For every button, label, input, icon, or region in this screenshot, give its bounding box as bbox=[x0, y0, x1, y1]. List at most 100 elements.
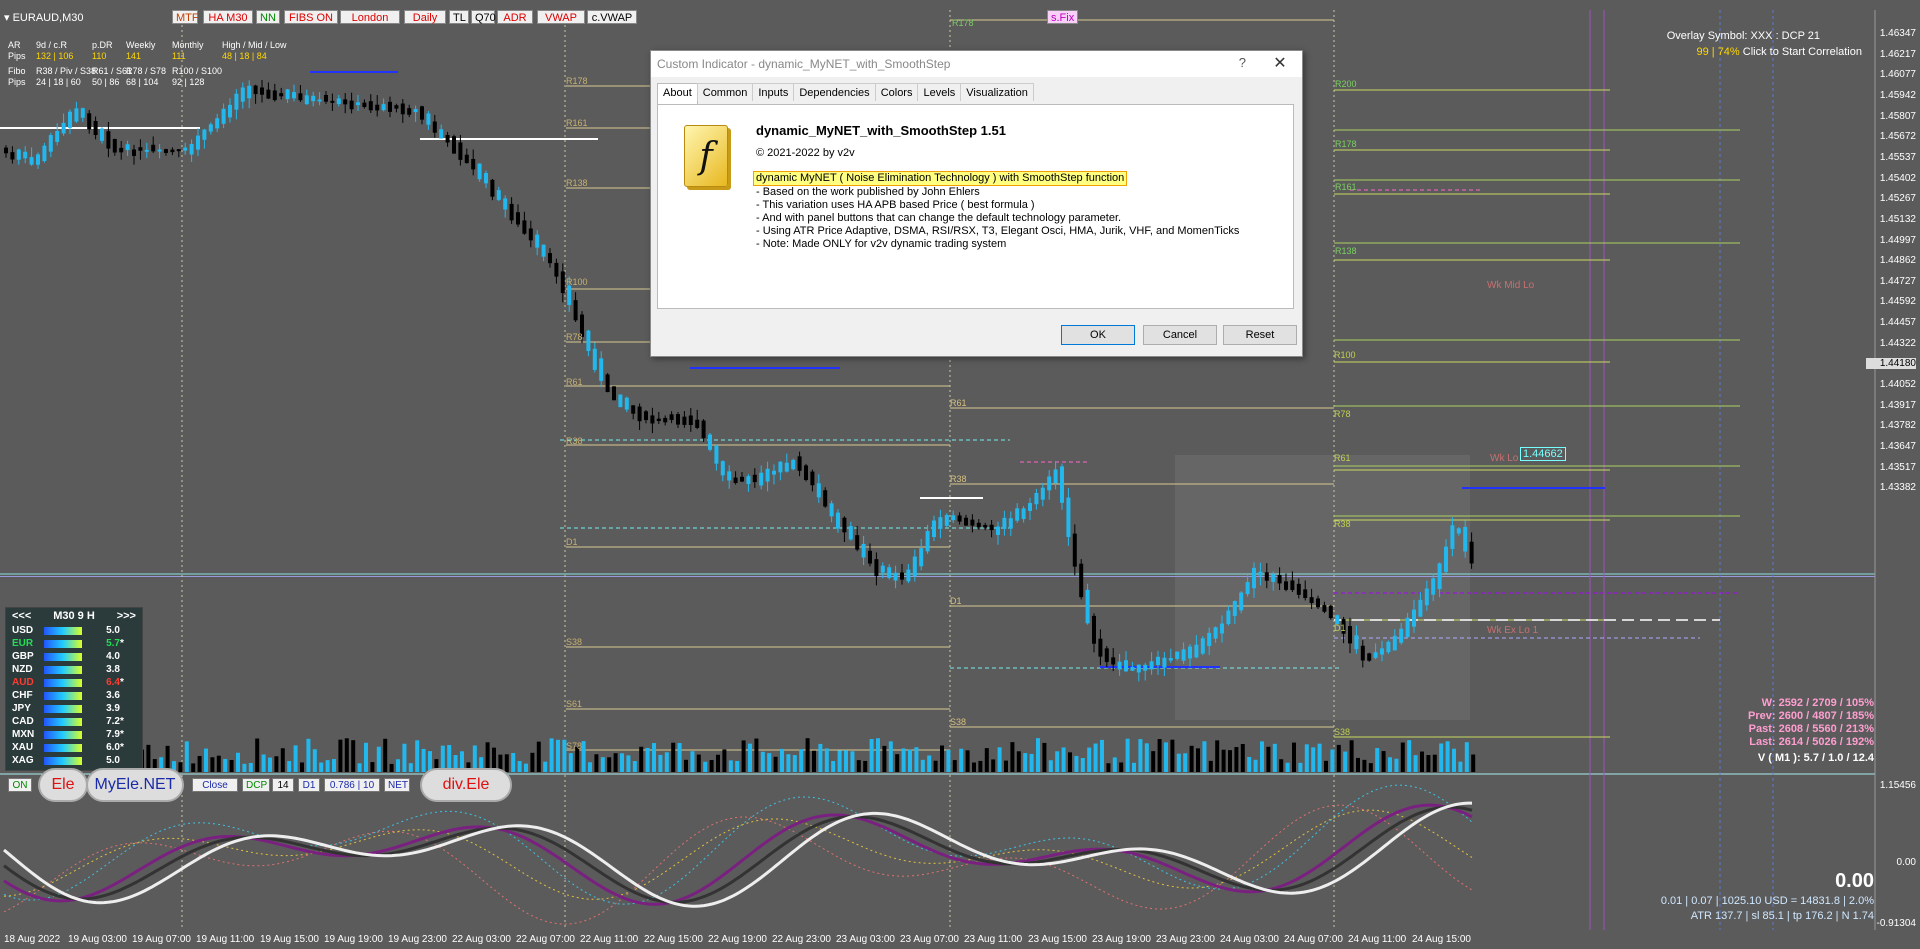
div-ele-button[interactable]: div.Ele bbox=[420, 768, 512, 802]
stats-r1-1: 9d / c.R bbox=[36, 40, 68, 50]
stats-r3-3: R78 / S78 bbox=[126, 66, 167, 76]
tab-visualization[interactable]: Visualization bbox=[960, 83, 1034, 101]
time-tick: 23 Aug 11:00 bbox=[964, 934, 1023, 945]
currency-value: 3.9 bbox=[106, 703, 120, 714]
tab-levels[interactable]: Levels bbox=[917, 83, 962, 101]
cancel-button[interactable]: Cancel bbox=[1143, 325, 1217, 345]
toolbar-btn-5[interactable]: Daily bbox=[404, 10, 446, 24]
level-c-1: R78 bbox=[1334, 409, 1351, 419]
time-tick: 24 Aug 11:00 bbox=[1348, 934, 1407, 945]
ratio-button[interactable]: 0.786 | 10 bbox=[324, 778, 380, 792]
toolbar-btn-1[interactable]: HA M30 bbox=[203, 10, 253, 24]
risk-line-2: ATR 137.7 | sl 85.1 | tp 176.2 | N 1.74 bbox=[1690, 910, 1874, 922]
toolbar-btn-0[interactable]: MTF bbox=[172, 10, 199, 24]
level-c-4: D1 bbox=[1334, 623, 1346, 633]
level-a-9: S61 bbox=[566, 699, 583, 709]
price-tick: 1.43517 bbox=[1879, 461, 1916, 473]
level-a-2: R138 bbox=[566, 178, 588, 188]
tab-colors[interactable]: Colors bbox=[874, 83, 919, 101]
level-top: R178 bbox=[952, 18, 974, 28]
price-tick: 1.44727 bbox=[1879, 275, 1916, 287]
currency-name: NZD bbox=[12, 664, 33, 675]
stats-r2-2: 110 bbox=[92, 51, 107, 61]
currency-panel-header: <<< M30 9 H >>> bbox=[6, 608, 142, 624]
currency-value: 7.2 bbox=[106, 716, 120, 727]
tab-inputs[interactable]: Inputs bbox=[752, 83, 795, 101]
myele-button[interactable]: MyEle.NET bbox=[86, 768, 184, 802]
sub-axis-tick: 1.15456 bbox=[1879, 780, 1916, 791]
tab-dependencies[interactable]: Dependencies bbox=[793, 83, 876, 101]
price-tick: 1.44322 bbox=[1879, 337, 1916, 349]
level-c-3: R38 bbox=[1334, 519, 1351, 529]
dropdown-icon[interactable]: ▾ bbox=[4, 12, 10, 24]
reset-button[interactable]: Reset bbox=[1223, 325, 1297, 345]
strength-bar bbox=[44, 678, 82, 687]
stats-r1-4: Monthly bbox=[172, 40, 204, 50]
price-tick: 1.44457 bbox=[1879, 317, 1916, 329]
toolbar-btn-7[interactable]: Q70 bbox=[471, 10, 496, 24]
level-d-0: R200 bbox=[1335, 79, 1357, 89]
last-range: Last: 2614 / 5026 / 192% bbox=[1749, 736, 1874, 748]
price-tick: 1.45267 bbox=[1879, 193, 1916, 205]
price-tick: 1.43647 bbox=[1879, 441, 1916, 452]
sub-axis-tick: 0.00 bbox=[1896, 857, 1916, 868]
copyright: © 2021-2022 by v2v bbox=[756, 147, 855, 159]
toolbar-btn-10[interactable]: c.VWAP bbox=[587, 10, 637, 24]
on-button[interactable]: ON bbox=[8, 778, 32, 792]
toolbar-btn-9[interactable]: VWAP bbox=[537, 10, 585, 24]
custom-indicator-dialog: Custom Indicator - dynamic_MyNET_with_Sm… bbox=[650, 50, 1303, 357]
dialog-tabs: About Common Inputs Dependencies Colors Level… bbox=[657, 83, 1034, 104]
period-label: M30 9 H bbox=[53, 610, 95, 622]
wk-lo-label: Wk Lo bbox=[1490, 453, 1519, 464]
strength-bar bbox=[44, 652, 82, 661]
ele-button[interactable]: Ele bbox=[38, 768, 88, 802]
time-tick: 23 Aug 23:00 bbox=[1156, 934, 1215, 945]
d1-button[interactable]: D1 bbox=[298, 778, 320, 792]
price-tick: 1.45132 bbox=[1879, 213, 1916, 225]
help-icon[interactable]: ? bbox=[1239, 55, 1246, 70]
weekly-range: W: 2592 / 2709 / 105% bbox=[1761, 697, 1874, 709]
currency-row: AUD 6.4 * bbox=[6, 676, 142, 689]
toolbar-btn-4[interactable]: London bbox=[340, 10, 400, 24]
toolbar-btn-6[interactable]: TL bbox=[449, 10, 469, 24]
stats-r1-3: Weekly bbox=[126, 40, 156, 50]
oscillator-value: 0.00 bbox=[1835, 870, 1874, 892]
stats-r2-0: Pips bbox=[8, 51, 26, 61]
level-c-0: R100 bbox=[1334, 350, 1356, 360]
prev-button[interactable]: <<< bbox=[12, 610, 31, 622]
close-icon[interactable]: ✕ bbox=[1268, 53, 1292, 73]
tab-common[interactable]: Common bbox=[696, 83, 754, 101]
about-panel: f dynamic_MyNET_with_SmoothStep 1.51 © 2… bbox=[657, 104, 1294, 309]
next-button[interactable]: >>> bbox=[117, 610, 136, 622]
time-tick: 18 Aug 2022 bbox=[4, 934, 61, 945]
currency-name: EUR bbox=[12, 638, 34, 649]
time-tick: 24 Aug 15:00 bbox=[1412, 934, 1471, 945]
strength-bar bbox=[44, 639, 82, 648]
currency-star: * bbox=[120, 742, 124, 753]
period-14-button[interactable]: 14 bbox=[272, 778, 294, 792]
time-tick: 24 Aug 07:00 bbox=[1284, 934, 1343, 945]
price-tick: 1.43917 bbox=[1879, 399, 1916, 411]
tab-about[interactable]: About bbox=[657, 83, 698, 104]
close-mode-button[interactable]: Close bbox=[192, 778, 238, 792]
symbol-label: ▾ EURAUD,M30 bbox=[4, 12, 84, 24]
currency-row: EUR 5.7 * bbox=[6, 637, 142, 650]
stats-r4-3: 68 | 104 bbox=[126, 77, 159, 87]
sfix-button[interactable]: s.Fix bbox=[1047, 10, 1079, 24]
toolbar-btn-8[interactable]: ADR bbox=[497, 10, 533, 24]
price-tick: 1.43782 bbox=[1879, 420, 1916, 432]
toolbar-btn-3[interactable]: FIBS ON bbox=[284, 10, 338, 24]
currency-star: * bbox=[120, 716, 124, 727]
volume-stats: V ( M1 ): 5.7 / 1.0 / 12.4 bbox=[1757, 752, 1874, 764]
ok-button[interactable]: OK bbox=[1061, 325, 1135, 345]
description: dynamic MyNET ( Noise Elimination Techno… bbox=[753, 171, 1239, 251]
net-button[interactable]: NET bbox=[384, 778, 410, 792]
risk-line-1: 0.01 | 0.07 | 1025.10 USD = 14831.8 | 2.… bbox=[1660, 895, 1874, 907]
level-d-2: R161 bbox=[1335, 182, 1357, 192]
currency-name: AUD bbox=[12, 677, 34, 688]
dcp-button[interactable]: DCP bbox=[242, 778, 270, 792]
correlation-text[interactable]: 99 | 74% Click to Start Correlation bbox=[1696, 46, 1862, 58]
toolbar-btn-2[interactable]: NN bbox=[256, 10, 280, 24]
level-a-7: D1 bbox=[566, 537, 578, 547]
time-tick: 19 Aug 03:00 bbox=[68, 934, 127, 945]
